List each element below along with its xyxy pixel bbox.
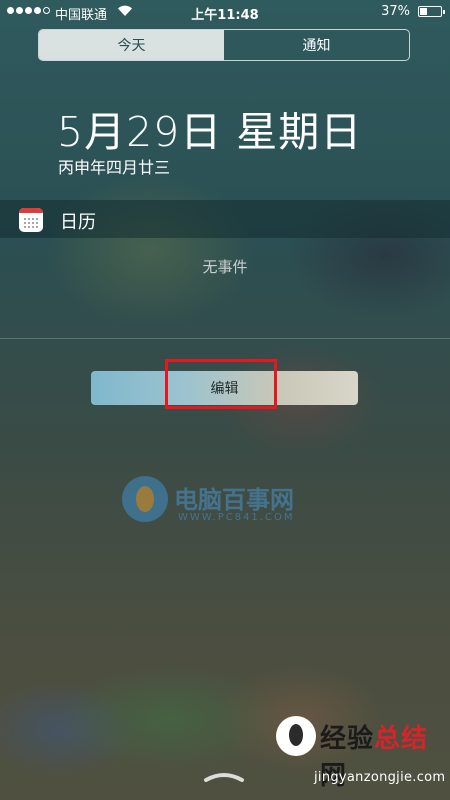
- watermark-name: 电脑百事网: [174, 486, 294, 514]
- status-bar: 中国联通 上午11:48 37%: [0, 0, 450, 24]
- divider: [0, 338, 450, 339]
- date-heading: 5月29日 星期日: [57, 108, 363, 156]
- lunar-date: 丙申年四月廿三: [58, 158, 171, 177]
- battery-percentage: 37%: [381, 4, 410, 19]
- watermark-url: WWW.PC841.COM: [178, 512, 295, 523]
- today-notifications-switcher: 今天 通知: [38, 29, 410, 61]
- pull-up-handle-icon[interactable]: [203, 770, 245, 782]
- tab-notifications[interactable]: 通知: [224, 30, 409, 60]
- watermark: 电脑百事网 WWW.PC841.COM: [122, 476, 342, 536]
- battery-icon: [418, 6, 445, 17]
- no-events-text: 无事件: [202, 258, 248, 276]
- calendar-widget-title: 日历: [60, 212, 96, 233]
- calendar-icon: [19, 208, 43, 232]
- corner-watermark: 经验总结网 jingyanzongjie.com: [276, 712, 450, 800]
- calendar-widget-header[interactable]: 日历: [0, 200, 450, 238]
- highlight-annotation-box: [165, 359, 277, 409]
- corner-watermark-url: jingyanzongjie.com: [314, 770, 446, 785]
- corner-watermark-logo-icon: [276, 716, 316, 756]
- watermark-logo-icon: [122, 476, 168, 522]
- tab-today[interactable]: 今天: [39, 30, 224, 60]
